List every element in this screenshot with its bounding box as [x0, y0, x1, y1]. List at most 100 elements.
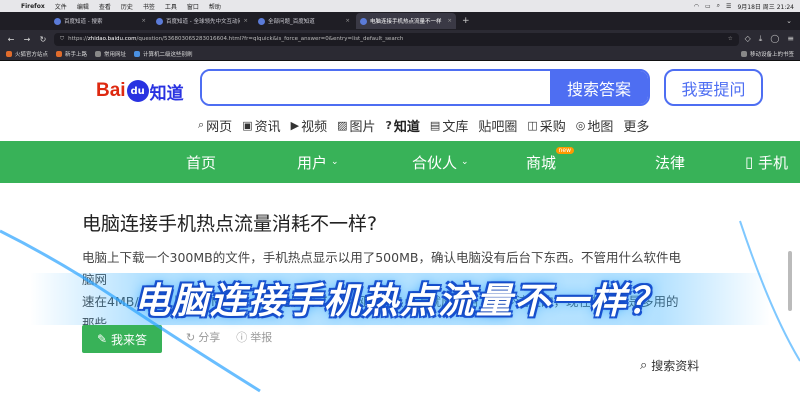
browser-tab[interactable]: 百度知道 - 搜索 × — [50, 13, 150, 29]
ask-question-button[interactable]: 我要提问 — [664, 69, 763, 106]
channel-map[interactable]: ◎ 地图 — [576, 116, 614, 135]
bookmarks-bar: 火狐官方站点 新手上路 常用网址 计算机二级这些别刷 移动设备上的书签 — [0, 48, 800, 61]
menu-file[interactable]: 文件 — [50, 2, 72, 11]
macos-menubar: Firefox 文件 编辑 查看 历史 书签 工具 窗口 帮助 ◠ ▭ ⌕ ☰ … — [0, 0, 800, 12]
menu-window[interactable]: 窗口 — [182, 2, 204, 11]
tab-list-chevron-icon[interactable]: ⌄ — [786, 17, 792, 25]
search-input[interactable] — [202, 71, 550, 104]
shield-icon[interactable]: ⛉ — [60, 36, 64, 43]
menubar-status: ◠ ▭ ⌕ ☰ 9月18日 周三 21:24 — [694, 2, 800, 11]
channel-images[interactable]: ▨ 图片 — [337, 116, 375, 135]
baidu-favicon-icon — [258, 17, 265, 25]
nav-partner[interactable]: 合伙人 ⌄ — [412, 141, 469, 183]
nav-home[interactable]: 首页 — [186, 141, 216, 183]
menu-tools[interactable]: 工具 — [160, 2, 182, 11]
pocket-icon[interactable]: ◇ — [745, 34, 751, 44]
navigation-toolbar: ← → ↻ ⛉ https:// zhidao.baidu.com /quest… — [0, 30, 800, 48]
search-data-link[interactable]: ⌕ 搜索资料 — [640, 357, 699, 374]
search-icon: ⌕ — [198, 118, 205, 131]
close-tab-icon[interactable]: × — [447, 18, 452, 24]
search-box: 搜索答案 — [200, 69, 650, 106]
battery-icon[interactable]: ▭ — [705, 3, 711, 10]
edit-icon: ✎ — [96, 332, 108, 346]
new-tab-icon[interactable]: + — [462, 16, 470, 26]
channel-video[interactable]: ▶ 视频 — [291, 116, 327, 135]
search-icon: ⌕ — [640, 358, 648, 373]
channel-tieba[interactable]: 贴吧圈 — [478, 116, 517, 135]
nav-law[interactable]: 法律 — [655, 141, 685, 183]
question-actions: ↻ 分享 ⓘ 举报 — [186, 329, 272, 345]
wifi-icon[interactable]: ◠ — [694, 3, 699, 10]
forward-icon[interactable]: → — [22, 35, 32, 44]
url-prefix: https:// — [68, 36, 88, 42]
folder-icon — [95, 51, 102, 57]
chevron-down-icon: ⌄ — [331, 157, 339, 167]
overlay-banner: 电脑连接手机热点流量不一样？ — [0, 265, 800, 333]
menu-history[interactable]: 历史 — [116, 2, 138, 11]
channel-more[interactable]: 更多 — [623, 116, 649, 135]
menu-help[interactable]: 帮助 — [204, 2, 226, 11]
bookmark-star-icon[interactable]: ☆ — [728, 36, 733, 42]
news-icon: ▣ — [242, 118, 253, 132]
baidu-zhidao-logo[interactable]: Bai du 知道 — [96, 75, 188, 107]
folder-icon — [740, 51, 747, 57]
document-icon: ▤ — [429, 118, 441, 132]
baidu-favicon-icon — [360, 17, 367, 25]
nav-mall[interactable]: 商城 new — [526, 141, 575, 183]
browser-tab[interactable]: 全部问题_百度知道 × — [254, 13, 354, 29]
menubar-datetime[interactable]: 9月18日 周三 21:24 — [737, 2, 794, 11]
menu-bookmarks[interactable]: 书签 — [138, 2, 160, 11]
phone-icon: ▯ — [745, 153, 759, 171]
channel-purchase[interactable]: ◫ 采购 — [527, 116, 565, 135]
download-icon[interactable]: ⤓ — [759, 34, 763, 44]
search-icon[interactable]: ⌕ — [717, 2, 720, 10]
browser-tab[interactable]: 百度知道 - 全球领先中文互动问 × — [152, 13, 252, 29]
bookmark-item[interactable]: 常用网址 — [95, 50, 126, 58]
browser-tab-active[interactable]: 电脑连接手机热点流量不一样 × — [356, 13, 456, 29]
url-field[interactable]: ⛉ https:// zhidao.baidu.com /question/53… — [54, 32, 739, 46]
bookmark-item[interactable]: 新手上路 — [56, 50, 87, 58]
url-domain: zhidao.baidu.com — [87, 36, 137, 42]
nav-phone[interactable]: ▯ 手机 — [745, 141, 788, 183]
video-icon: ▶ — [290, 118, 300, 132]
channel-wenku[interactable]: ▤ 文库 — [430, 116, 468, 135]
scrollbar-thumb[interactable] — [788, 251, 792, 311]
answer-button[interactable]: ✎ 我来答 — [82, 325, 162, 353]
channel-nav: ⌕ 网页 ▣ 资讯 ▶ 视频 ▨ 图片 ? 知道 ▤ 文库 贴吧圈 ◫ 采购 ◎ 地图 更多 — [198, 113, 649, 137]
scrollbar[interactable] — [786, 211, 794, 371]
site-icon — [134, 51, 141, 57]
cart-icon: ◫ — [527, 118, 538, 132]
chevron-down-icon: ⌄ — [461, 157, 469, 167]
channel-news[interactable]: ▣ 资讯 — [242, 116, 280, 135]
banner-title: 电脑连接手机热点流量不一样？ — [133, 281, 666, 322]
baidu-favicon-icon — [156, 17, 163, 25]
search-answer-button[interactable]: 搜索答案 — [550, 71, 648, 104]
warning-icon: ⓘ — [236, 331, 248, 344]
menu-app-name[interactable]: Firefox — [16, 3, 50, 10]
channel-zhidao[interactable]: ? 知道 — [386, 116, 420, 135]
bookmark-item[interactable]: 火狐官方站点 — [6, 50, 48, 58]
menu-view[interactable]: 查看 — [94, 2, 116, 11]
nav-user[interactable]: 用户 ⌄ — [297, 141, 339, 183]
back-icon[interactable]: ← — [6, 35, 16, 44]
bookmark-item[interactable]: 计算机二级这些别刷 — [134, 50, 193, 58]
baidu-favicon-icon — [54, 17, 61, 25]
question-icon: ? — [385, 118, 392, 132]
control-center-icon[interactable]: ☰ — [726, 3, 731, 10]
channel-web[interactable]: ⌕ 网页 — [198, 116, 232, 135]
close-tab-icon[interactable]: × — [141, 18, 146, 24]
bookmark-mobile[interactable]: 移动设备上的书签 — [740, 50, 794, 58]
close-tab-icon[interactable]: × — [345, 18, 350, 24]
firefox-icon — [6, 51, 12, 57]
firefox-icon — [56, 51, 63, 57]
report-button[interactable]: ⓘ 举报 — [236, 329, 272, 345]
share-button[interactable]: ↻ 分享 — [186, 329, 220, 345]
account-icon[interactable]: ◯ — [770, 34, 779, 44]
image-icon: ▨ — [337, 118, 348, 132]
close-tab-icon[interactable]: × — [243, 18, 248, 24]
tab-bar: 百度知道 - 搜索 × 百度知道 - 全球领先中文互动问 × 全部问题_百度知道 × … — [0, 12, 800, 30]
paw-icon: du — [126, 80, 149, 102]
menu-icon[interactable]: ≡ — [787, 34, 794, 44]
menu-edit[interactable]: 编辑 — [72, 2, 94, 11]
reload-icon[interactable]: ↻ — [38, 35, 48, 44]
